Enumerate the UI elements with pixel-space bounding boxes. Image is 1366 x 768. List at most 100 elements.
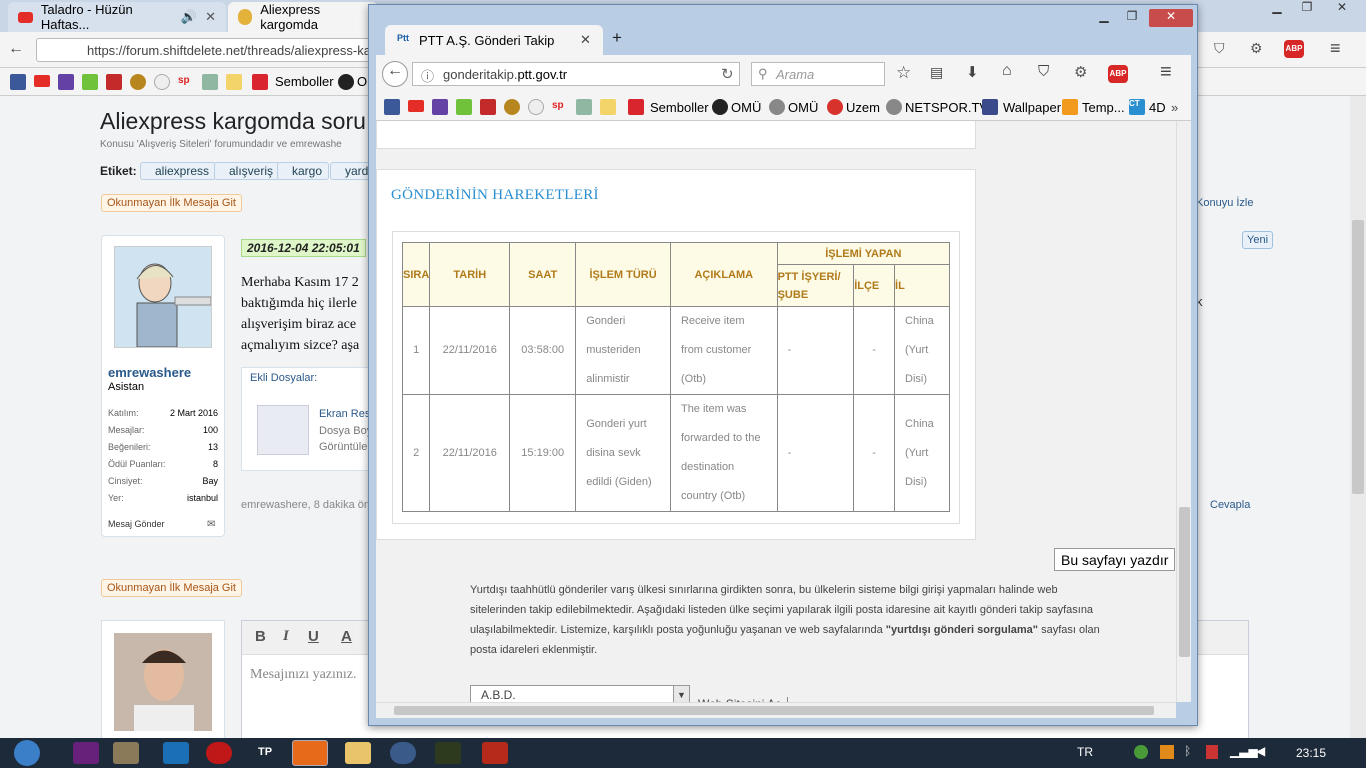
- bookmark-omu-2[interactable]: OMÜ: [788, 100, 818, 115]
- folder-icon[interactable]: [226, 74, 242, 90]
- app-icon[interactable]: [482, 742, 508, 764]
- back-arrow-icon[interactable]: ←: [8, 40, 24, 58]
- twitch-icon[interactable]: [58, 74, 74, 90]
- print-page-button[interactable]: Bu sayfayı yazdır: [1054, 548, 1176, 571]
- italic-icon[interactable]: I: [283, 628, 289, 645]
- bold-icon[interactable]: B: [255, 628, 266, 645]
- reading-list-icon[interactable]: ▤: [930, 64, 943, 81]
- firefox-icon[interactable]: [292, 740, 328, 766]
- pocket-icon[interactable]: ⛉: [1214, 40, 1225, 57]
- star-icon[interactable]: ☆: [896, 63, 911, 83]
- tag-kargo[interactable]: kargo: [277, 162, 330, 180]
- globe-icon[interactable]: [769, 99, 785, 115]
- more-bookmarks-icon[interactable]: »: [1171, 100, 1178, 115]
- adblock-icon[interactable]: ABP: [1108, 65, 1128, 83]
- underline-icon[interactable]: U: [308, 628, 319, 645]
- avatar[interactable]: [114, 246, 212, 348]
- attachment-thumbnail[interactable]: [257, 405, 309, 455]
- restore-icon[interactable]: ❐: [1292, 0, 1322, 18]
- facebook-icon[interactable]: [10, 74, 26, 90]
- unread-first-button-bottom[interactable]: Okunmayan İlk Mesaja Git: [101, 579, 242, 597]
- close-icon[interactable]: ✕: [205, 9, 216, 25]
- explorer-icon[interactable]: [345, 742, 371, 764]
- popup-search-input[interactable]: ⚲ Arama: [751, 62, 885, 86]
- popup-url-bar[interactable]: ⓘ gonderitakip.ptt.gov.tr ↻: [412, 62, 740, 86]
- reply-link[interactable]: Cevapla: [1210, 499, 1250, 511]
- envelope-icon[interactable]: ✉: [207, 519, 215, 530]
- popup-horizontal-scrollbar[interactable]: [376, 702, 1176, 718]
- facebook-icon[interactable]: [384, 99, 400, 115]
- wallpaper-icon[interactable]: [982, 99, 998, 115]
- tray-icon[interactable]: [1206, 745, 1218, 759]
- forum-scrollbar[interactable]: [1350, 96, 1366, 738]
- new-tab-icon[interactable]: +: [612, 28, 622, 48]
- popup-vertical-scrollbar[interactable]: [1176, 121, 1191, 702]
- bookmark-omu[interactable]: OMÜ: [731, 100, 761, 115]
- back-url-bar[interactable]: https://forum.shiftdelete.net/threads/al…: [36, 38, 376, 62]
- menu-icon[interactable]: ≡: [1330, 38, 1341, 59]
- chrome-icon[interactable]: [528, 99, 544, 115]
- youtube-icon[interactable]: [34, 75, 50, 87]
- chrome-icon[interactable]: [154, 74, 170, 90]
- download-icon[interactable]: [82, 74, 98, 90]
- tag-yardim[interactable]: yard: [330, 162, 370, 180]
- bookmark-temp[interactable]: Temp...: [1082, 100, 1125, 115]
- youtube-icon[interactable]: [408, 100, 424, 112]
- language-indicator[interactable]: TR: [1077, 745, 1093, 759]
- visual-studio-icon[interactable]: [73, 742, 99, 764]
- app-icon[interactable]: [390, 742, 416, 764]
- popup-restore-icon[interactable]: ❐: [1119, 9, 1145, 27]
- sp-icon[interactable]: sp: [178, 75, 198, 91]
- bookmark-4d[interactable]: 4D: [1149, 100, 1166, 115]
- omu-icon[interactable]: [338, 74, 354, 90]
- bookmark-uzem[interactable]: Uzem: [846, 100, 880, 115]
- lightning-icon[interactable]: [628, 99, 644, 115]
- bookmark-icon[interactable]: [106, 74, 122, 90]
- bookmark-icon[interactable]: [130, 74, 146, 90]
- app-icon[interactable]: [113, 742, 139, 764]
- twitch-icon[interactable]: [432, 99, 448, 115]
- tray-icon[interactable]: [1160, 745, 1174, 759]
- tab-aliexpress[interactable]: Aliexpress kargomda: [228, 2, 378, 32]
- info-icon[interactable]: ⓘ: [421, 66, 434, 85]
- reload-icon[interactable]: ↻: [721, 65, 734, 83]
- start-icon[interactable]: [14, 740, 40, 766]
- record-icon[interactable]: [206, 742, 232, 764]
- app-icon[interactable]: [435, 742, 461, 764]
- back-arrow-icon[interactable]: ←: [382, 61, 408, 87]
- app-icon[interactable]: [163, 742, 189, 764]
- watch-thread-link[interactable]: Konuyu İzle: [1196, 197, 1253, 209]
- extension-icon[interactable]: ⚙: [1074, 63, 1087, 81]
- bookmark-semboller[interactable]: Semboller: [650, 100, 709, 115]
- volume-icon[interactable]: ◀: [1256, 744, 1265, 758]
- tag-alisveris[interactable]: alışveriş: [214, 162, 281, 180]
- clock[interactable]: 23:15: [1296, 746, 1326, 760]
- pocket-icon[interactable]: ⛉: [1038, 63, 1049, 80]
- minimize-icon[interactable]: ▁: [1262, 0, 1292, 18]
- close-window-icon[interactable]: ✕: [1322, 0, 1362, 18]
- bookmark-icon[interactable]: [504, 99, 520, 115]
- tray-icon[interactable]: [1134, 745, 1148, 759]
- bookmark-wallpaper[interactable]: Wallpaper: [1003, 100, 1061, 115]
- bluetooth-icon[interactable]: ᛒ: [1184, 744, 1191, 758]
- menu-icon[interactable]: ≡: [1160, 61, 1172, 84]
- sp-icon[interactable]: sp: [552, 100, 572, 116]
- home-icon[interactable]: ⌂: [1002, 62, 1012, 80]
- tag-aliexpress[interactable]: aliexpress: [140, 162, 217, 180]
- close-icon[interactable]: ✕: [580, 32, 591, 48]
- bookmark-icon[interactable]: [480, 99, 496, 115]
- tab-taladro[interactable]: Taladro - Hüzün Haftas... 🔊 ✕: [8, 2, 226, 32]
- unread-first-button[interactable]: Okunmayan İlk Mesaja Git: [101, 194, 242, 212]
- font-color-icon[interactable]: A: [341, 628, 352, 645]
- omu-icon[interactable]: [712, 99, 728, 115]
- reply-avatar[interactable]: [114, 633, 212, 731]
- folder-icon[interactable]: [600, 99, 616, 115]
- bookmark-icon[interactable]: [576, 99, 592, 115]
- popup-minimize-icon[interactable]: ▁: [1091, 9, 1117, 27]
- bookmark-semboller[interactable]: Semboller: [275, 74, 334, 89]
- adblock-icon[interactable]: ABP: [1284, 40, 1304, 58]
- attachment-name[interactable]: Ekran Res: [319, 408, 370, 420]
- search-icon[interactable]: [1062, 99, 1078, 115]
- download-icon[interactable]: ⬇: [966, 63, 979, 81]
- network-icon[interactable]: ▁▃▅: [1230, 744, 1258, 758]
